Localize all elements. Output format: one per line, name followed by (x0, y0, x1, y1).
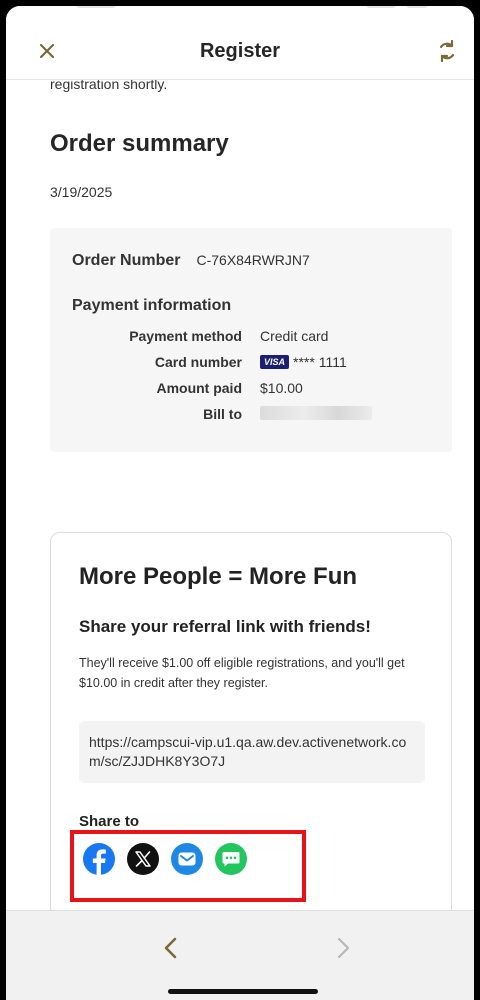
forward-button[interactable] (328, 933, 358, 963)
visa-icon: VISA (260, 355, 290, 369)
order-number-row: Order Number C-76X84RWRJN7 (72, 252, 310, 270)
payment-method-row: Payment method Credit card (50, 328, 452, 348)
refresh-button[interactable] (434, 38, 460, 64)
back-button[interactable] (156, 933, 186, 963)
confirmation-text: registration shortly. (50, 80, 168, 92)
chevron-left-icon (164, 937, 177, 959)
status-bar (6, 6, 474, 24)
scroll-content[interactable]: registration shortly. Order summary 3/19… (6, 80, 474, 910)
close-button[interactable] (34, 38, 60, 64)
referral-link[interactable]: https://campscui-vip.u1.qa.aw.dev.active… (79, 721, 425, 783)
bill-to-row: Bill to (50, 406, 452, 426)
referral-subheading: Share your referral link with friends! (79, 617, 371, 636)
message-icon (222, 852, 240, 867)
chevron-right-icon (337, 937, 350, 959)
payment-info-heading: Payment information (72, 297, 232, 314)
phone-screen: Register registration shortly. Order sum… (6, 6, 474, 1000)
facebook-share-button[interactable] (83, 843, 115, 875)
close-icon (39, 43, 55, 59)
x-share-button[interactable] (127, 843, 159, 875)
referral-description: They'll receive $1.00 off eligible regis… (79, 656, 405, 690)
email-share-button[interactable] (171, 843, 203, 875)
card-number-value-wrap: VISA **** 1111 (260, 354, 347, 370)
bill-to-value (260, 406, 372, 420)
payment-method-value: Credit card (260, 328, 329, 344)
browser-bottom-nav (6, 910, 474, 1000)
refresh-icon (439, 40, 455, 62)
order-date: 3/19/2025 (50, 184, 113, 200)
page-title: Register (199, 40, 281, 62)
card-number-label: Card number (154, 354, 242, 370)
message-share-button[interactable] (215, 843, 247, 875)
amount-paid-label: Amount paid (156, 380, 242, 396)
share-to-label: Share to (79, 813, 140, 830)
order-number-value: C-76X84RWRJN7 (196, 252, 310, 268)
card-number-value: **** 1111 (293, 354, 347, 370)
card-number-row: Card number VISA **** 1111 (50, 354, 452, 374)
amount-paid-row: Amount paid $10.00 (50, 380, 452, 400)
redacted-address (260, 406, 372, 420)
order-number-label: Order Number (72, 252, 181, 269)
bill-to-label: Bill to (203, 406, 242, 422)
home-indicator (168, 989, 318, 994)
facebook-icon (92, 849, 106, 875)
order-card: Order Number C-76X84RWRJN7 Payment infor… (50, 228, 452, 452)
payment-method-label: Payment method (129, 328, 242, 344)
referral-card: More People = More Fun Share your referr… (50, 532, 452, 910)
email-icon (178, 852, 196, 866)
app-header: Register (6, 24, 474, 80)
x-icon (135, 851, 151, 867)
share-icons (83, 843, 247, 875)
order-summary-heading: Order summary (50, 130, 229, 157)
amount-paid-value: $10.00 (260, 380, 303, 396)
referral-heading: More People = More Fun (79, 563, 358, 590)
